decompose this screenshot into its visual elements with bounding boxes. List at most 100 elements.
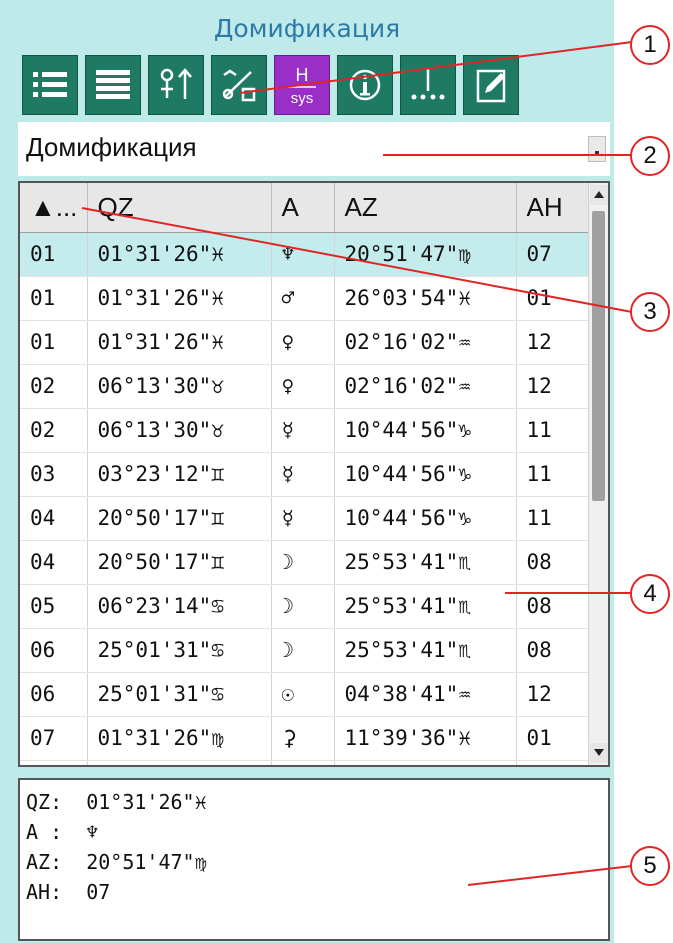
cell-az: 02°16'02"♒ [334, 320, 517, 365]
list-lines-button[interactable] [85, 55, 141, 115]
cell-a: ♆ [271, 232, 335, 277]
domification-select[interactable]: Домификация [18, 122, 610, 176]
callout-1: 1 [630, 25, 670, 65]
table-row[interactable]: 04 20°50'17"♊ ☽ 25°53'41"♏ 08 [20, 540, 591, 585]
edit-button[interactable] [463, 55, 519, 115]
cell-az: 26°16'24"♊ [334, 760, 517, 765]
detail-ah: AH: 07 [26, 880, 111, 904]
aspect-link-button[interactable] [211, 55, 267, 115]
domification-select-value: Домификация [26, 132, 197, 162]
cell-a: ☽ [271, 584, 335, 629]
cell-a: ☽ [271, 540, 335, 585]
table-row[interactable]: 06 25°01'31"♋ ☽ 25°53'41"♏ 08 [20, 628, 591, 673]
table-row[interactable]: 01 01°31'26"♓ ♂ 26°03'54"♓ 01 [20, 276, 591, 321]
sort-symbols-button[interactable] [148, 55, 204, 115]
cell-a: ☉ [271, 672, 335, 717]
table-row[interactable]: 07 01°31'26"♍ ⚳ 11°39'36"♓ 01 [20, 716, 591, 761]
table-header-row: ▲... QZ A AZ AH [20, 183, 591, 233]
column-header-qz[interactable]: QZ [87, 183, 272, 233]
domification-panel: Домификация H sys Домификация ▲... QZ A … [0, 0, 614, 943]
edit-icon [476, 69, 506, 103]
house-system-button[interactable]: H sys [274, 55, 330, 115]
table-row[interactable]: 0701°31'26"♍⚷26°16'24"♊04 [20, 760, 591, 765]
cell-sort: 06 [20, 672, 88, 717]
cell-az: 10°44'56"♑ [334, 452, 517, 497]
cell-az: 10°44'56"♑ [334, 408, 517, 453]
cell-az: 20°51'47"♍ [334, 232, 517, 277]
detail-az: AZ: 20°51'47"♍ [26, 850, 207, 874]
sort-symbols-icon [160, 68, 192, 99]
cell-ah: 11 [516, 496, 591, 541]
scroll-thumb[interactable] [592, 211, 605, 501]
cell-a: ♀ [271, 364, 335, 409]
house-system-sys: sys [291, 90, 314, 107]
cell-ah: 12 [516, 672, 591, 717]
list-bullets-button[interactable] [22, 55, 78, 115]
scroll-up-icon[interactable] [590, 185, 608, 205]
detail-qz: QZ: 01°31'26"♓ [26, 790, 207, 814]
cell-ah: 11 [516, 452, 591, 497]
cell-sort: 01 [20, 232, 88, 277]
cell-az: 04°38'41"♒ [334, 672, 517, 717]
cell-sort: 05 [20, 584, 88, 629]
cell-a: ♂ [271, 276, 335, 321]
cell-sort: 04 [20, 496, 88, 541]
cell-qz: 25°01'31"♋ [87, 672, 272, 717]
cell-qz: 06°23'14"♋ [87, 584, 272, 629]
cell-sort: 01 [20, 320, 88, 365]
table-row[interactable]: 04 20°50'17"♊ ☿ 10°44'56"♑ 11 [20, 496, 591, 541]
cell-a: ☿ [271, 452, 335, 497]
cell-sort: 04 [20, 540, 88, 585]
details-panel: QZ: 01°31'26"♓ A : ♆ AZ: 20°51'47"♍ AH: … [18, 778, 610, 941]
scroll-down-icon[interactable] [590, 743, 608, 763]
detail-a: A : ♆ [26, 820, 99, 844]
cell-a: ♀ [271, 320, 335, 365]
aspect-link-icon [222, 69, 256, 102]
cell-sort: 03 [20, 452, 88, 497]
cell-az: 02°16'02"♒ [334, 364, 517, 409]
column-header-az[interactable]: AZ [334, 183, 517, 233]
table-row[interactable]: 03 03°23'12"♊ ☿ 10°44'56"♑ 11 [20, 452, 591, 497]
callout-5: 5 [630, 846, 670, 886]
cell-qz: 01°31'26"♓ [87, 276, 272, 321]
table-scrollbar[interactable] [588, 183, 608, 765]
dropdown-arrow-icon[interactable] [588, 136, 606, 162]
aspects-table: ▲... QZ A AZ AH 01 01°31'26"♓ ♆ 20°51'47"♍ 0… [18, 181, 610, 767]
cell-az: 10°44'56"♑ [334, 496, 517, 541]
cell-az: 25°53'41"♏ [334, 628, 517, 673]
cell-sort: 06 [20, 628, 88, 673]
cell-sort: 07 [20, 760, 88, 765]
cell-ah: 08 [516, 540, 591, 585]
cell-sort: 02 [20, 408, 88, 453]
table-row[interactable]: 01 01°31'26"♓ ♆ 20°51'47"♍ 07 [20, 232, 591, 277]
cell-qz: 01°31'26"♓ [87, 232, 272, 277]
table-row[interactable]: 01 01°31'26"♓ ♀ 02°16'02"♒ 12 [20, 320, 591, 365]
column-header-sort[interactable]: ▲... [20, 183, 88, 233]
cell-az: 11°39'36"♓ [334, 716, 517, 761]
table-row[interactable]: 05 06°23'14"♋ ☽ 25°53'41"♏ 08 [20, 584, 591, 629]
cell-sort: 02 [20, 364, 88, 409]
callout-4: 4 [630, 574, 670, 614]
table-row[interactable]: 02 06°13'30"♉ ♀ 02°16'02"♒ 12 [20, 364, 591, 409]
cell-ah: 01 [516, 276, 591, 321]
house-system-icon: H sys [288, 65, 316, 107]
callout-3: 3 [630, 292, 670, 332]
cell-ah: 08 [516, 628, 591, 673]
table-row[interactable]: 06 25°01'31"♋ ☉ 04°38'41"♒ 12 [20, 672, 591, 717]
list-bullets-icon [33, 72, 67, 97]
cell-qz: 20°50'17"♊ [87, 496, 272, 541]
column-header-ah[interactable]: AH [516, 183, 591, 233]
cell-a: ⚷ [271, 760, 335, 765]
info-button[interactable] [337, 55, 393, 115]
column-header-a[interactable]: A [271, 183, 335, 233]
dotted-scale-button[interactable] [400, 55, 456, 115]
cell-a: ☿ [271, 496, 335, 541]
dotted-scale-icon [411, 69, 445, 100]
cell-qz: 03°23'12"♊ [87, 452, 272, 497]
cell-ah: 12 [516, 320, 591, 365]
cell-az: 25°53'41"♏ [334, 584, 517, 629]
table-row[interactable]: 02 06°13'30"♉ ☿ 10°44'56"♑ 11 [20, 408, 591, 453]
cell-ah: 01 [516, 716, 591, 761]
cell-ah: 12 [516, 364, 591, 409]
cell-ah: 04 [516, 760, 591, 765]
